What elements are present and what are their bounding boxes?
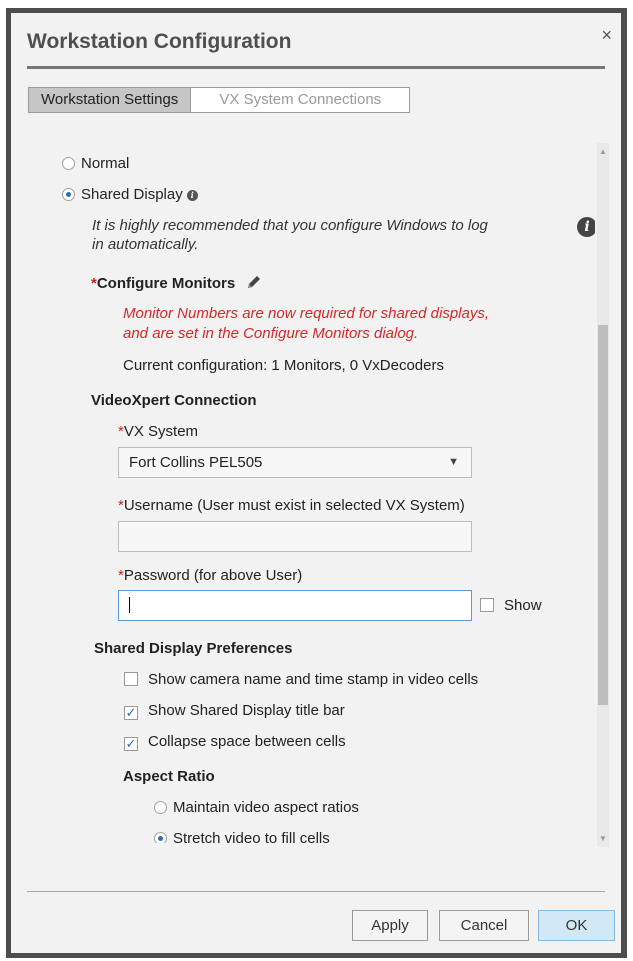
show-password-option[interactable]: Show [480,597,542,614]
vx-system-value: Fort Collins PEL505 [129,454,263,471]
dialog-title: Workstation Configuration [27,30,292,53]
videoxpert-connection-heading: VideoXpert Connection [91,392,257,409]
pencil-icon[interactable] [245,273,263,291]
maintain-aspect-radio[interactable] [154,801,167,814]
text-caret [129,597,130,613]
normal-label: Normal [81,155,130,172]
pref-option-title-bar[interactable]: ✓ Show Shared Display title bar [124,702,345,720]
configure-monitors-heading[interactable]: *Configure Monitors [91,273,263,292]
shared-display-preferences-heading: Shared Display Preferences [94,640,293,657]
current-configuration-text: Current configuration: 1 Monitors, 0 VxD… [123,357,444,374]
title-bar-checkbox[interactable]: ✓ [124,706,138,720]
camera-name-label: Show camera name and time stamp in video… [148,671,479,688]
collapse-space-checkbox[interactable]: ✓ [124,737,138,751]
monitor-warning-line1: Monitor Numbers are now required for sha… [123,305,489,322]
scroll-thumb[interactable] [598,325,608,705]
tab-vx-system-connections[interactable]: VX System Connections [191,87,411,113]
password-label: *Password (for above User) [118,567,303,584]
title-divider [27,66,605,69]
vx-system-label: *VX System [118,423,199,440]
pref-option-collapse-space[interactable]: ✓ Collapse space between cells [124,733,346,751]
camera-name-checkbox[interactable] [124,672,138,686]
aspect-maintain-option[interactable]: Maintain video aspect ratios [154,799,359,816]
username-input[interactable] [118,521,472,552]
info-icon: i [186,190,198,201]
tab-workstation-settings[interactable]: Workstation Settings [28,87,192,113]
maintain-aspect-label: Maintain video aspect ratios [173,799,359,816]
password-input[interactable] [118,590,472,621]
apply-button[interactable]: Apply [352,910,428,941]
shared-display-radio[interactable] [62,188,75,201]
vx-system-select[interactable]: Fort Collins PEL505 ▼ [118,447,472,478]
cancel-button[interactable]: Cancel [439,910,529,941]
configure-monitors-label: Configure Monitors [96,275,236,292]
auto-login-note-line2: in automatically. [92,236,199,253]
pref-option-camera-name[interactable]: Show camera name and time stamp in video… [124,671,478,688]
tab-bar: Workstation Settings VX System Connectio… [28,87,411,113]
scroll-down-arrow-icon[interactable]: ▼ [599,834,607,843]
scroll-up-arrow-icon[interactable]: ▲ [599,147,607,156]
aspect-ratio-heading: Aspect Ratio [123,768,215,785]
normal-radio[interactable] [62,157,75,170]
shared-display-label: Shared Display [81,186,183,203]
title-bar-label: Show Shared Display title bar [148,702,345,719]
collapse-space-label: Collapse space between cells [148,733,346,750]
stretch-video-label: Stretch video to fill cells [173,830,330,843]
chevron-down-icon: ▼ [448,456,459,468]
close-icon[interactable]: × [601,25,612,46]
mode-shared-option[interactable]: Shared Display i [62,186,198,203]
settings-scroll-area: Normal Shared Display i It is highly reco… [11,143,595,843]
aspect-stretch-option[interactable]: Stretch video to fill cells [154,830,330,843]
mode-normal-option[interactable]: Normal [62,155,129,172]
show-password-checkbox[interactable] [480,598,494,612]
stretch-video-radio[interactable] [154,832,167,843]
monitor-warning-line2: and are set in the Configure Monitors di… [123,325,419,342]
footer-divider [27,891,605,892]
info-circle-icon: i [577,217,595,237]
auto-login-note-line1: It is highly recommended that you config… [92,217,488,234]
vertical-scrollbar[interactable]: ▲ ▼ [597,143,609,847]
ok-button[interactable]: OK [538,910,615,941]
show-password-label: Show [504,597,542,614]
username-label: *Username (User must exist in selected V… [118,497,465,514]
